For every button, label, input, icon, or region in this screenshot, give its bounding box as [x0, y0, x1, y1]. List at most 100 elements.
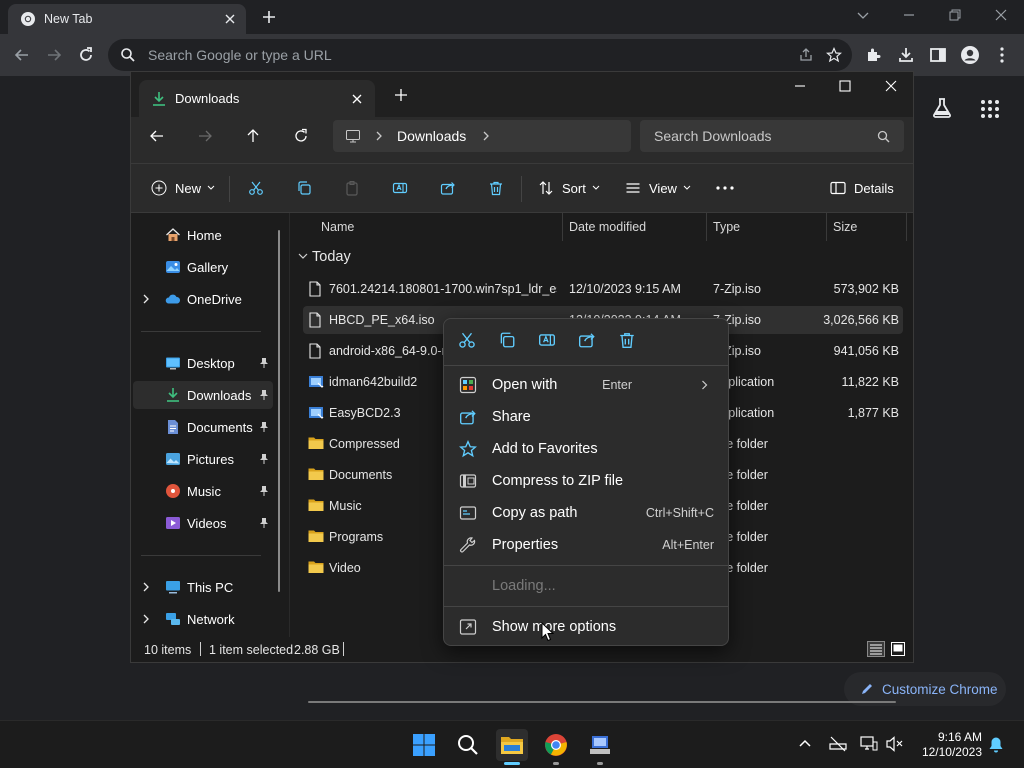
context-cut-icon[interactable]	[458, 331, 478, 351]
show-hidden-icons-chevron-icon[interactable]	[798, 738, 812, 748]
back-arrow-icon[interactable]	[10, 43, 34, 67]
sidebar-item-onedrive[interactable]: OneDrive	[133, 285, 273, 313]
context-item-open-with[interactable]: Open with Enter	[450, 370, 722, 400]
side-panel-icon[interactable]	[926, 43, 950, 67]
sidebar-item-downloads[interactable]: Downloads	[133, 381, 273, 409]
notification-bell-icon[interactable]	[988, 736, 1004, 754]
pin-icon[interactable]	[259, 421, 269, 433]
no-network-icon[interactable]	[829, 736, 847, 752]
chrome-tab-newtab[interactable]: New Tab	[8, 4, 246, 34]
forward-arrow-icon[interactable]	[197, 128, 213, 144]
paste-button[interactable]	[344, 164, 360, 212]
extensions-puzzle-icon[interactable]	[862, 43, 886, 67]
omnibox[interactable]: Search Google or type a URL	[108, 39, 852, 71]
new-tab-plus-icon[interactable]	[394, 88, 408, 102]
forward-arrow-icon[interactable]	[42, 43, 66, 67]
file-row[interactable]: 7601.24214.180801-1700.win7sp1_ldr_escr.…	[303, 275, 903, 303]
column-header-date[interactable]: Date modified	[569, 213, 646, 241]
taskbar-clock[interactable]: 9:16 AM 12/10/2023	[914, 730, 982, 760]
chrome-restore-icon[interactable]	[948, 8, 962, 22]
chrome-minimize-icon[interactable]	[902, 8, 916, 22]
more-options-button[interactable]	[716, 164, 734, 212]
context-delete-icon[interactable]	[618, 331, 638, 351]
context-share-icon[interactable]	[578, 331, 598, 351]
pin-icon[interactable]	[259, 357, 269, 369]
context-item-show-more-options[interactable]: Show more options	[450, 612, 722, 642]
address-bar[interactable]: Downloads	[333, 120, 631, 152]
start-windows-icon[interactable]	[408, 729, 440, 761]
search-downloads-field[interactable]: Search Downloads	[640, 120, 904, 152]
pin-icon[interactable]	[259, 389, 269, 401]
sidebar-scrollbar[interactable]	[278, 230, 280, 592]
context-rename-icon[interactable]	[538, 331, 558, 351]
up-arrow-icon[interactable]	[245, 128, 261, 144]
reload-icon[interactable]	[74, 43, 98, 67]
breadcrumb-chevron-icon[interactable]	[482, 131, 490, 141]
horizontal-scrollbar[interactable]	[308, 701, 896, 703]
column-separator[interactable]	[906, 213, 907, 241]
pin-icon[interactable]	[259, 453, 269, 465]
explorer-maximize-icon[interactable]	[838, 79, 852, 93]
sidebar-item-videos[interactable]: Videos	[133, 509, 273, 537]
taskbar-search-icon[interactable]	[452, 729, 484, 761]
sidebar-item-desktop[interactable]: Desktop	[133, 349, 273, 377]
sidebar-item-documents[interactable]: Documents	[133, 413, 273, 441]
pin-icon[interactable]	[259, 485, 269, 497]
column-header-type[interactable]: Type	[713, 213, 740, 241]
chrome-close-icon[interactable]	[994, 8, 1008, 22]
column-header-size[interactable]: Size	[833, 213, 857, 241]
delete-button[interactable]	[488, 164, 504, 212]
explorer-close-icon[interactable]	[884, 79, 898, 93]
context-item-properties[interactable]: Properties Alt+Enter	[450, 530, 722, 560]
back-arrow-icon[interactable]	[149, 128, 165, 144]
downloads-icon[interactable]	[894, 43, 918, 67]
sidebar-item-network[interactable]: Network	[133, 605, 273, 633]
group-collapse-chevron-icon[interactable]	[298, 252, 308, 260]
new-tab-plus-icon[interactable]	[261, 9, 277, 25]
tab-search-chevron-icon[interactable]	[856, 8, 870, 22]
close-tab-icon[interactable]	[351, 93, 363, 105]
copy-button[interactable]	[296, 164, 312, 212]
network-monitor-icon[interactable]	[860, 736, 878, 752]
explorer-tab-downloads[interactable]: Downloads	[139, 80, 375, 117]
breadcrumb-chevron-icon[interactable]	[375, 131, 383, 141]
column-separator[interactable]	[826, 213, 827, 241]
rename-button[interactable]	[392, 164, 408, 212]
taskbar-app-icon[interactable]	[584, 729, 616, 765]
taskbar-chrome-icon[interactable]	[540, 729, 572, 765]
taskbar-file-explorer-icon[interactable]	[496, 729, 528, 765]
sidebar-item-home[interactable]: Home	[133, 221, 273, 249]
share-button[interactable]	[440, 164, 456, 212]
context-item-share[interactable]: Share	[450, 402, 722, 432]
bookmark-star-icon[interactable]	[826, 47, 842, 63]
close-tab-icon[interactable]	[224, 13, 236, 25]
sidebar-item-this-pc[interactable]: This PC	[133, 573, 273, 601]
pin-icon[interactable]	[259, 517, 269, 529]
new-button[interactable]: New	[151, 164, 215, 212]
context-copy-icon[interactable]	[498, 331, 518, 351]
details-view-icon[interactable]	[867, 641, 885, 657]
details-pane-button[interactable]: Details	[830, 164, 894, 212]
large-icons-view-icon[interactable]	[890, 641, 906, 657]
profile-avatar-icon[interactable]	[958, 43, 982, 67]
context-item-copy-as-path[interactable]: Copy as path Ctrl+Shift+C	[450, 498, 722, 528]
context-item-add-to-favorites[interactable]: Add to Favorites	[450, 434, 722, 464]
sidebar-item-music[interactable]: Music	[133, 477, 273, 505]
volume-muted-icon[interactable]	[886, 736, 904, 752]
group-header-today[interactable]: Today	[312, 249, 351, 265]
chrome-menu-kebab-icon[interactable]	[990, 43, 1014, 67]
sort-button[interactable]: Sort	[538, 164, 600, 212]
column-header-name[interactable]: Name	[321, 213, 354, 241]
google-apps-grid-icon[interactable]	[980, 99, 1000, 119]
share-page-icon[interactable]	[798, 47, 814, 63]
cut-button[interactable]	[248, 164, 264, 212]
breadcrumb-downloads[interactable]: Downloads	[397, 128, 466, 144]
sidebar-item-gallery[interactable]: Gallery	[133, 253, 273, 281]
refresh-icon[interactable]	[293, 128, 309, 144]
explorer-minimize-icon[interactable]	[793, 79, 807, 93]
view-button[interactable]: View	[625, 164, 691, 212]
column-separator[interactable]	[562, 213, 563, 241]
context-item-compress-zip[interactable]: Compress to ZIP file	[450, 466, 722, 496]
column-separator[interactable]	[706, 213, 707, 241]
sidebar-item-pictures[interactable]: Pictures	[133, 445, 273, 473]
